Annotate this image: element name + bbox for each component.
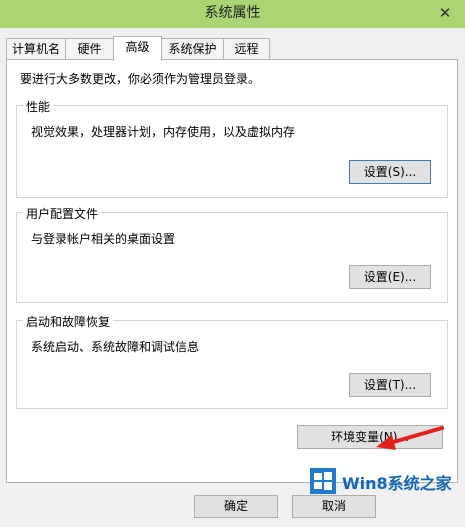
- startup-recovery-group: 启动和故障恢复 系统启动、系统故障和调试信息 设置(T)...: [16, 313, 448, 409]
- tab-remote[interactable]: 远程: [223, 38, 270, 59]
- user-profiles-group: 用户配置文件 与登录帐户相关的桌面设置 设置(E)...: [16, 205, 448, 303]
- dialog-client-area: 计算机名 硬件 高级 系统保护 远程 要进行大多数更改，你必须作为管理员登录。 …: [0, 28, 465, 527]
- performance-description: 视觉效果，处理器计划，内存使用，以及虚拟内存: [31, 125, 296, 139]
- tab-system-protection[interactable]: 系统保护: [161, 38, 224, 59]
- tab-computer-name[interactable]: 计算机名: [6, 38, 66, 59]
- admin-note: 要进行大多数更改，你必须作为管理员登录。: [20, 72, 261, 86]
- user-profiles-settings-button[interactable]: 设置(E)...: [349, 265, 431, 289]
- title-bar: 系统属性 ✕: [0, 0, 465, 28]
- performance-title: 性能: [23, 98, 54, 115]
- tab-hardware[interactable]: 硬件: [65, 38, 114, 59]
- startup-recovery-title: 启动和故障恢复: [23, 313, 114, 330]
- user-profiles-description: 与登录帐户相关的桌面设置: [31, 232, 176, 246]
- window-title: 系统属性: [204, 5, 261, 21]
- watermark-text: Win8系统之家: [342, 474, 452, 493]
- user-profiles-title: 用户配置文件: [23, 205, 102, 222]
- performance-settings-button[interactable]: 设置(S)...: [349, 160, 431, 184]
- performance-group: 性能 视觉效果，处理器计划，内存使用，以及虚拟内存 设置(S)...: [16, 98, 448, 198]
- ok-button[interactable]: 确定: [194, 495, 278, 518]
- red-arrow-icon: [376, 426, 444, 450]
- close-icon[interactable]: ✕: [433, 2, 457, 24]
- tab-advanced[interactable]: 高级: [113, 36, 162, 61]
- startup-recovery-settings-button[interactable]: 设置(T)...: [349, 373, 431, 397]
- watermark-logo: Win8系统之家: [298, 465, 465, 499]
- windows-logo-icon: [310, 468, 336, 494]
- startup-recovery-description: 系统启动、系统故障和调试信息: [31, 340, 200, 354]
